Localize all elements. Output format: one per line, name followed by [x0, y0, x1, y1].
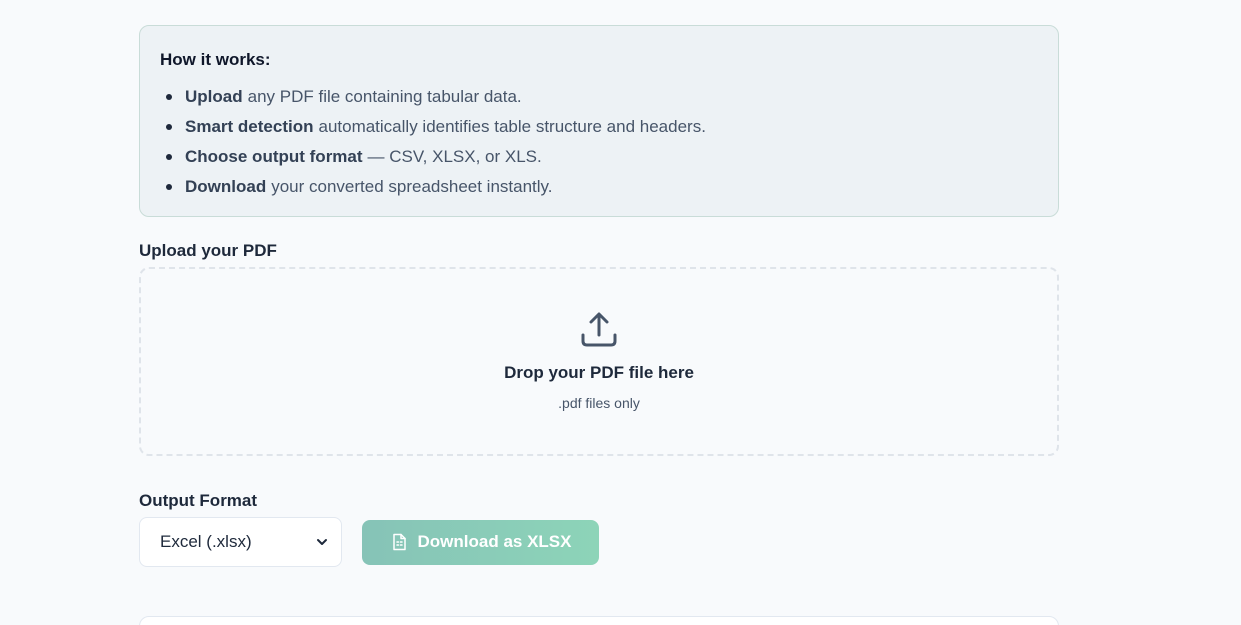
list-item: Download your converted spreadsheet inst…	[166, 172, 1038, 202]
upload-label: Upload your PDF	[139, 241, 277, 260]
bullet-icon	[166, 184, 172, 190]
main-container: How it works: Upload any PDF file contai…	[139, 25, 1059, 567]
bullet-icon	[166, 124, 172, 130]
output-format-select[interactable]: Excel (.xlsx)	[139, 517, 342, 567]
chevron-down-icon	[317, 539, 327, 545]
upload-icon	[581, 312, 617, 347]
list-item: Upload any PDF file containing tabular d…	[166, 82, 1038, 112]
how-it-works-box: How it works: Upload any PDF file contai…	[139, 25, 1059, 217]
bottom-card	[139, 616, 1059, 625]
pdf-dropzone[interactable]: Drop your PDF file here .pdf files only	[139, 267, 1059, 456]
file-spreadsheet-icon	[392, 533, 406, 551]
output-format-label: Output Format	[139, 491, 258, 510]
list-item: Smart detection automatically identifies…	[166, 112, 1038, 142]
drop-subtitle: .pdf files only	[558, 395, 640, 411]
bullet-icon	[166, 94, 172, 100]
list-item: Choose output format — CSV, XLSX, or XLS…	[166, 142, 1038, 172]
bullet-icon	[166, 154, 172, 160]
drop-title: Drop your PDF file here	[504, 363, 694, 382]
how-it-works-title: How it works:	[160, 50, 271, 69]
download-button-label: Download as XLSX	[417, 532, 572, 551]
download-button[interactable]: Download as XLSX	[362, 519, 599, 565]
how-it-works-list: Upload any PDF file containing tabular d…	[160, 82, 1038, 202]
output-format-value: Excel (.xlsx)	[160, 532, 252, 551]
output-controls: Excel (.xlsx) Download as XLSX	[139, 517, 1059, 567]
